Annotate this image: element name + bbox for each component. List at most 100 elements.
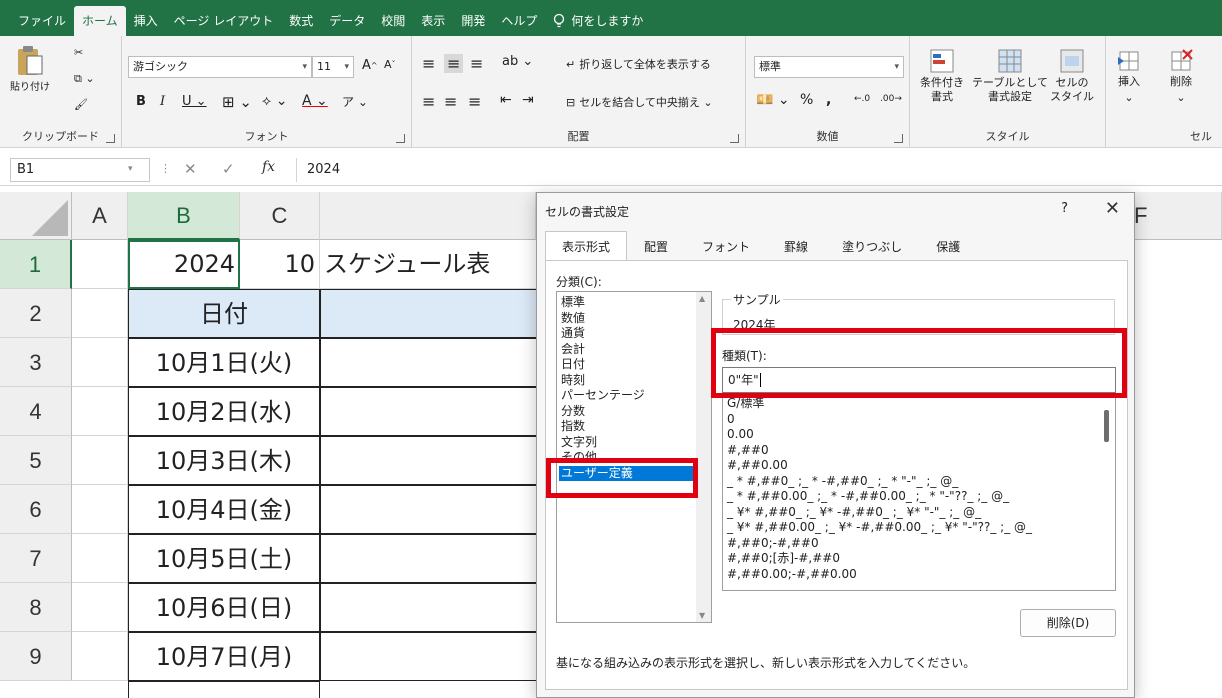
format-code-item[interactable]: _ ¥* #,##0_ ;_ ¥* -#,##0_ ;_ ¥* "-"_ ;_ … [727,505,1111,521]
schedule-cell[interactable] [320,338,536,387]
date-cell[interactable]: 10月7日(月) [128,632,320,681]
cell-styles-button[interactable]: セルの スタイル [1050,48,1094,104]
schedule-cell[interactable] [320,583,536,632]
category-item[interactable]: 会計 [559,342,709,358]
select-all-corner[interactable] [0,192,72,240]
scroll-down-icon[interactable]: ▼ [699,611,705,620]
font-name-combo[interactable]: 游ゴシック ▾ [128,56,312,78]
tab-review[interactable]: 校閲 [373,6,413,36]
orientation-icon[interactable]: ab ⌄ [502,54,533,69]
row-header-7[interactable]: 7 [0,534,72,583]
tell-me-search[interactable]: 何をしますか [545,6,651,36]
tab-number[interactable]: 表示形式 [545,231,628,261]
format-code-item[interactable]: #,##0.00;-#,##0.00 [727,567,1111,583]
paste-button[interactable]: 貼り付け [10,44,50,93]
category-list[interactable]: 標準 数値 通貨 会計 日付 時刻 パーセンテージ 分数 指数 文字列 その他 … [556,291,712,623]
font-launcher-icon[interactable] [396,134,405,143]
format-code-item[interactable]: #,##0 [727,443,1111,459]
font-color-button[interactable]: A ⌄ [302,93,328,109]
tab-border[interactable]: 罫線 [767,231,826,261]
schedule-cell[interactable] [320,387,536,436]
category-item[interactable]: パーセンテージ [559,388,709,404]
type-input[interactable]: 0"年" [722,367,1116,393]
tab-font[interactable]: フォント [685,231,768,261]
cell-a5[interactable] [72,436,128,485]
date-cell[interactable]: 10月2日(水) [128,387,320,436]
tab-file[interactable]: ファイル [10,6,74,36]
close-icon[interactable]: ✕ [1105,198,1120,219]
wrap-text-button[interactable]: ↵ 折り返して全体を表示する [566,56,711,72]
tab-protection[interactable]: 保護 [919,231,978,261]
cell-a1[interactable] [72,240,128,289]
phonetic-icon[interactable]: ア ⌄ [342,93,368,110]
merge-center-button[interactable]: ⊟ セルを結合して中央揃え ⌄ [566,94,713,110]
column-header-b[interactable]: B [128,192,240,240]
insert-function-button[interactable]: fx [262,159,275,175]
cell-a2[interactable] [72,289,128,338]
clipboard-launcher-icon[interactable] [106,134,115,143]
align-top-icon[interactable]: ≡ [422,54,435,73]
category-item[interactable]: 日付 [559,357,709,373]
row-header-8[interactable]: 8 [0,583,72,632]
category-item[interactable]: その他 [559,450,709,466]
bold-button[interactable]: B [136,94,146,109]
copy-icon[interactable]: ⧉ ⌄ [74,72,95,86]
format-list-scroll-thumb[interactable] [1104,410,1109,442]
cell-d2[interactable] [320,289,536,338]
shrink-font-button[interactable]: Aˇ [384,58,396,71]
alignment-launcher-icon[interactable] [730,134,739,143]
cancel-icon[interactable]: ✕ [184,160,197,178]
format-as-table-button[interactable]: テーブルとして 書式設定 [972,48,1048,104]
delete-button[interactable]: 削除(D) [1020,609,1116,637]
row-header-1[interactable]: 1 [0,240,72,289]
column-header-a[interactable]: A [72,192,128,240]
tab-page-layout[interactable]: ページ レイアウト [166,6,282,36]
cell-a6[interactable] [72,485,128,534]
cell-a3[interactable] [72,338,128,387]
help-button[interactable]: ? [1061,201,1068,216]
category-item[interactable]: 時刻 [559,373,709,389]
category-item[interactable]: 数値 [559,311,709,327]
format-code-list[interactable]: G/標準 0 0.00 #,##0 #,##0.00 _ * #,##0_ ;_… [722,393,1116,591]
category-item[interactable]: 通貨 [559,326,709,342]
tab-developer[interactable]: 開発 [453,6,493,36]
category-scrollbar[interactable]: ▲ ▼ [696,292,711,622]
cell-b1[interactable]: 2024 [128,240,240,289]
date-cell[interactable]: 10月4日(金) [128,485,320,534]
tab-fill[interactable]: 塗りつぶし [825,231,920,261]
cut-icon[interactable]: ✂ [74,46,83,59]
increase-decimal-icon[interactable]: ←.0 [854,94,870,104]
format-code-item[interactable]: #,##0;-#,##0 [727,536,1111,552]
category-item[interactable]: 分数 [559,404,709,420]
tab-help[interactable]: ヘルプ [493,6,545,36]
cell-a8[interactable] [72,583,128,632]
number-launcher-icon[interactable] [894,134,903,143]
cell-d1[interactable]: スケジュール表 [320,240,536,289]
date-cell[interactable]: 10月6日(日) [128,583,320,632]
format-code-item[interactable]: _ * #,##0_ ;_ * -#,##0_ ;_ * "-"_ ;_ @_ [727,474,1111,490]
fill-color-icon[interactable]: ⟡ ⌄ [262,93,287,109]
format-code-item[interactable]: _ ¥* #,##0.00_ ;_ ¥* -#,##0.00_ ;_ ¥* "-… [727,520,1111,536]
conditional-format-button[interactable]: 条件付き 書式 [920,48,964,104]
scroll-up-icon[interactable]: ▲ [699,294,705,303]
category-item[interactable]: 標準 [559,295,709,311]
tab-formulas[interactable]: 数式 [281,6,321,36]
row-header-9[interactable]: 9 [0,632,72,681]
align-left-icon[interactable]: ≡ [422,92,435,111]
row-header-3[interactable]: 3 [0,338,72,387]
category-item[interactable]: 指数 [559,419,709,435]
percent-button[interactable]: % [800,92,813,108]
row-header-6[interactable]: 6 [0,485,72,534]
date-cell[interactable]: 10月1日(火) [128,338,320,387]
format-code-item[interactable]: #,##0.00 [727,458,1111,474]
align-middle-icon[interactable]: ≡ [444,54,464,73]
font-size-combo[interactable]: 11 ▾ [312,56,354,78]
column-header-f[interactable]: F [1134,192,1222,240]
grow-font-button[interactable]: A ^ [362,58,378,73]
comma-button[interactable]: , [826,92,831,108]
schedule-cell[interactable] [320,436,536,485]
formula-input[interactable]: 2024 [296,158,340,182]
align-center-icon[interactable]: ≡ [444,92,457,111]
cell-a7[interactable] [72,534,128,583]
enter-icon[interactable]: ✓ [222,160,235,178]
